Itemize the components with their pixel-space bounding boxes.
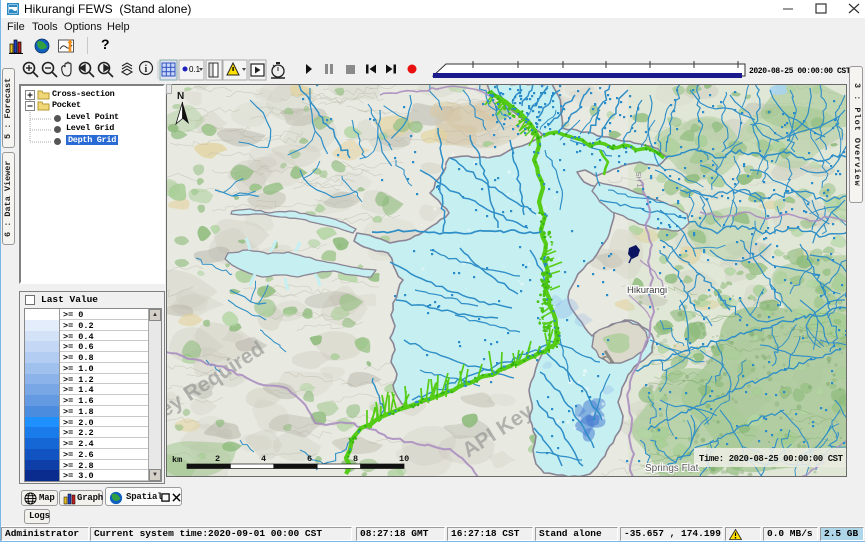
svg-text:4: 4	[261, 454, 266, 464]
svg-text:2: 2	[215, 454, 220, 464]
svg-text:SH 1: SH 1	[634, 172, 642, 188]
svg-text:10: 10	[399, 454, 409, 464]
svg-text:6: 6	[307, 454, 312, 464]
svg-text:8: 8	[353, 454, 358, 464]
svg-text:km: km	[172, 455, 182, 465]
svg-text:N: N	[177, 91, 184, 102]
svg-text:Springs Flat: Springs Flat	[645, 463, 699, 474]
svg-text:Hikurangi: Hikurangi	[627, 285, 667, 296]
svg-text:i: i	[145, 64, 148, 75]
svg-text:0.1: 0.1	[189, 65, 201, 74]
svg-text:Time: 2020-08-25 00:00:00 CST: Time: 2020-08-25 00:00:00 CST	[699, 454, 844, 464]
